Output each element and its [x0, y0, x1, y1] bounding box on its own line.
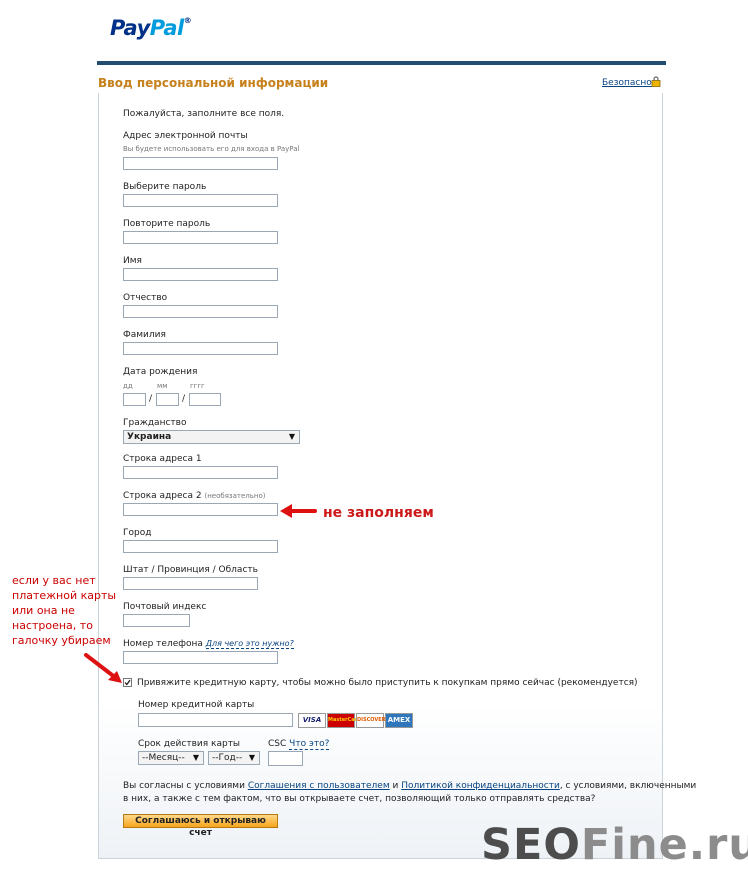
phone-why-link[interactable]: Для чего это нужно?	[205, 639, 294, 649]
address2-label: Строка адреса 2 (необязательно)	[123, 491, 266, 501]
watermark-part2: Fine.ru	[580, 820, 748, 870]
state-input[interactable]	[123, 577, 258, 590]
csc-label-text: CSC	[268, 739, 287, 749]
citizenship-value: Украина	[127, 432, 172, 442]
secure-link[interactable]: Безопасно	[602, 78, 652, 88]
middle-name-input[interactable]	[123, 305, 278, 318]
address2-label-text: Строка адреса 2	[123, 491, 202, 501]
terms-line2: в них, а также с тем фактом, что вы откр…	[123, 794, 596, 804]
terms-text: Вы согласны с условиями	[123, 781, 248, 791]
date-separator: /	[182, 394, 186, 404]
logo-pay: Pay	[110, 16, 150, 40]
mastercard-logo: MasterCard	[327, 713, 361, 728]
red-arrow-icon	[84, 653, 122, 683]
birth-year-input[interactable]	[189, 393, 221, 406]
header-divider	[97, 61, 666, 65]
phone-label: Номер телефона Для чего это нужно?	[123, 639, 294, 649]
csc-what-link[interactable]: Что это?	[289, 739, 330, 750]
city-input[interactable]	[123, 540, 278, 553]
first-name-label: Имя	[123, 256, 142, 266]
discover-logo: DISCOVER	[356, 713, 386, 728]
address1-label: Строка адреса 1	[123, 454, 202, 464]
terms-text: , с условиями, включенными	[559, 781, 697, 791]
birth-day-hint: дд	[123, 382, 133, 390]
annotation-line: галочку убираем	[12, 634, 111, 647]
card-number-label: Номер кредитной карты	[138, 700, 255, 710]
first-name-input[interactable]	[123, 268, 278, 281]
dropdown-arrow-icon: ▼	[248, 753, 255, 762]
expiry-label: Срок действия карты	[138, 739, 241, 749]
postal-label: Почтовый индекс	[123, 602, 207, 612]
expiry-year-select[interactable]: --Год-- ▼	[208, 751, 260, 765]
password-label: Выберите пароль	[123, 182, 207, 192]
email-input[interactable]	[123, 157, 278, 170]
paypal-logo: PayPal®	[110, 16, 192, 40]
expiry-year-value: --Год--	[212, 753, 243, 763]
city-label: Город	[123, 528, 152, 538]
privacy-policy-link[interactable]: Политикой конфиденциальности	[401, 781, 560, 791]
last-name-label: Фамилия	[123, 330, 166, 340]
phone-label-text: Номер телефона	[123, 639, 203, 649]
card-number-input[interactable]	[138, 713, 293, 727]
birth-date-label: Дата рождения	[123, 367, 198, 377]
amex-logo: AMEX	[385, 713, 413, 728]
annotation-line: если у вас нет	[12, 574, 96, 587]
password-confirm-input[interactable]	[123, 231, 278, 244]
email-hint: Вы будете использовать его для входа в P…	[123, 145, 300, 153]
birth-year-hint: гггг	[190, 382, 205, 390]
left-annotation: если у вас нет платежной карты или она н…	[12, 573, 116, 648]
visa-logo: VISA	[298, 713, 326, 728]
csc-label: CSC Что это?	[268, 739, 330, 750]
terms-text: и	[389, 781, 402, 791]
birth-day-input[interactable]	[123, 393, 146, 406]
email-label: Адрес электронной почты	[123, 131, 248, 141]
address2-optional: (необязательно)	[204, 492, 266, 500]
dropdown-arrow-icon: ▼	[288, 432, 295, 441]
terms-line1: Вы согласны с условиями Соглашения с пол…	[123, 781, 696, 791]
phone-input[interactable]	[123, 651, 278, 664]
annotation-line: или она не	[12, 604, 75, 617]
password-confirm-label: Повторите пароль	[123, 219, 211, 229]
address1-input[interactable]	[123, 466, 278, 479]
page-title: Ввод персональной информации	[98, 76, 329, 90]
red-arrow-icon	[280, 504, 317, 518]
birth-month-input[interactable]	[156, 393, 179, 406]
right-annotation: не заполняем	[323, 505, 434, 521]
seofine-watermark: SEOFine.ru	[481, 820, 748, 870]
citizenship-select[interactable]: Украина ▼	[123, 430, 300, 444]
user-agreement-link[interactable]: Соглашения с пользователем	[248, 781, 390, 791]
address2-input[interactable]	[123, 503, 278, 516]
logo-pal: Pal	[149, 16, 184, 40]
date-separator: /	[149, 394, 153, 404]
expiry-month-select[interactable]: --Месяц-- ▼	[138, 751, 204, 765]
dropdown-arrow-icon: ▼	[192, 753, 199, 762]
postal-input[interactable]	[123, 614, 190, 627]
annotation-line: настроена, то	[12, 619, 93, 632]
lock-icon	[651, 76, 661, 87]
password-input[interactable]	[123, 194, 278, 207]
state-label: Штат / Провинция / Область	[123, 565, 258, 575]
logo-tm: ®	[183, 16, 192, 25]
last-name-input[interactable]	[123, 342, 278, 355]
birth-month-hint: мм	[157, 382, 168, 390]
middle-name-label: Отчество	[123, 293, 168, 303]
expiry-month-value: --Месяц--	[142, 753, 185, 763]
intro-text: Пожалуйста, заполните все поля.	[123, 109, 285, 119]
annotation-line: платежной карты	[12, 589, 117, 602]
agree-open-account-button[interactable]: Соглашаюсь и открываю счет	[123, 814, 278, 838]
watermark-part1: SEO	[481, 820, 581, 870]
citizenship-label: Гражданство	[123, 418, 187, 428]
link-card-label: Привяжите кредитную карту, чтобы можно б…	[137, 678, 638, 688]
csc-input[interactable]	[268, 751, 303, 766]
